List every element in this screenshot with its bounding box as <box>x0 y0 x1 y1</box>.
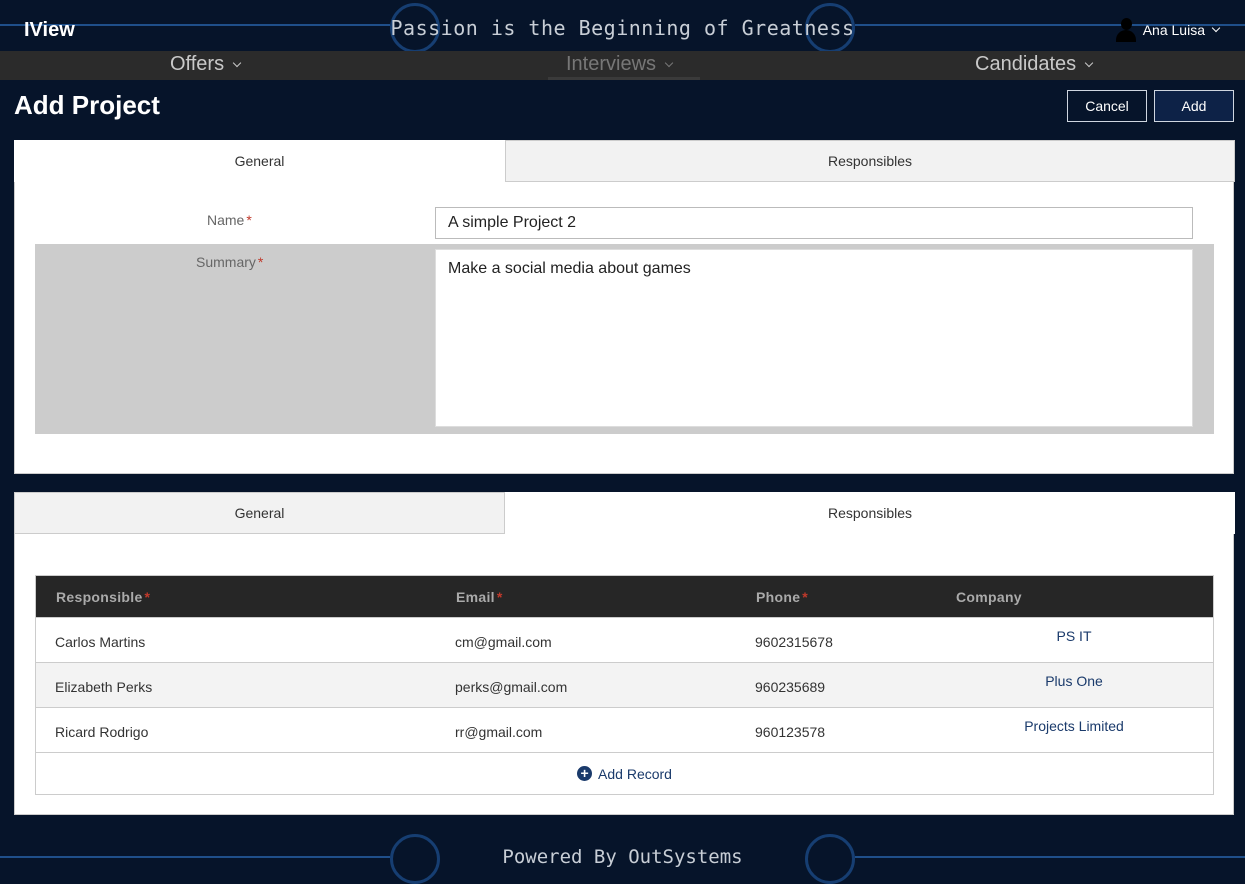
nav-item-label: Candidates <box>975 53 1077 75</box>
nav-item-interviews[interactable]: Interviews <box>566 53 674 76</box>
chevron-down-icon <box>1211 23 1221 33</box>
nav-item-label: Offers <box>170 53 225 75</box>
cell-phone: 960235689 <box>755 679 826 695</box>
name-label-text: Name <box>207 212 245 228</box>
required-marker: * <box>496 589 503 605</box>
add-record-button[interactable]: + Add Record <box>36 752 1213 794</box>
responsibles-panel: General Responsibles Responsible * Email *… <box>14 492 1235 815</box>
nav-item-candidates[interactable]: Candidates <box>975 53 1094 76</box>
name-input[interactable] <box>435 207 1193 239</box>
page-title: Add Project <box>14 90 160 120</box>
table-row[interactable]: Elizabeth Perks perks@gmail.com 96023568… <box>36 662 1213 707</box>
cell-phone: 960123578 <box>755 724 826 740</box>
chevron-down-icon <box>1084 58 1094 67</box>
column-header-label: Company <box>956 589 1022 605</box>
cancel-button[interactable]: Cancel <box>1067 90 1147 122</box>
tab-general[interactable]: General <box>14 492 505 534</box>
add-record-label: Add Record <box>598 765 672 782</box>
responsibles-table: Responsible * Email * Phone * Company Carlo… <box>35 575 1214 795</box>
column-header-label: Responsible <box>56 589 143 605</box>
user-name: Ana Luisa <box>1142 22 1205 38</box>
cell-responsible: Carlos Martins <box>55 634 146 650</box>
summary-label: Summary * <box>196 254 263 270</box>
column-header-email: Email * <box>456 589 503 605</box>
name-label: Name * <box>207 212 252 228</box>
tab-responsibles[interactable]: Responsibles <box>505 140 1235 182</box>
chevron-down-icon <box>664 58 674 67</box>
table-row[interactable]: Ricard Rodrigo rr@gmail.com 960123578 Pr… <box>36 707 1213 752</box>
nav-item-label: Interviews <box>566 53 657 75</box>
plus-circle-icon: + <box>577 766 593 781</box>
cell-company[interactable]: Plus One <box>964 673 1184 689</box>
cell-email: cm@gmail.com <box>455 634 552 650</box>
tab-general[interactable]: General <box>14 140 505 182</box>
column-header-label: Phone <box>756 589 801 605</box>
app-footer: Powered By OutSystems <box>0 830 1245 884</box>
user-menu[interactable]: Ana Luisa <box>1115 18 1221 42</box>
cell-email: rr@gmail.com <box>455 724 543 740</box>
required-marker: * <box>802 589 809 605</box>
summary-label-text: Summary <box>196 254 256 270</box>
column-header-responsible: Responsible * <box>56 589 150 605</box>
chevron-down-icon <box>232 58 242 67</box>
cell-phone: 9602315678 <box>755 634 833 650</box>
add-button[interactable]: Add <box>1154 90 1234 122</box>
summary-row: Summary * Make a social media about games <box>35 244 1214 434</box>
table-row[interactable]: Carlos Martins cm@gmail.com 9602315678 P… <box>36 617 1213 662</box>
column-header-phone: Phone * <box>756 589 808 605</box>
cell-responsible: Elizabeth Perks <box>55 679 153 695</box>
required-marker: * <box>246 212 252 228</box>
app-header: IView Passion is the Beginning of Greatn… <box>0 0 1245 51</box>
nav-active-indicator <box>548 77 700 80</box>
column-header-label: Email <box>456 589 495 605</box>
cell-company[interactable]: Projects Limited <box>964 718 1184 734</box>
main-nav: Offers Interviews Candidates <box>0 51 1245 80</box>
tab-responsibles[interactable]: Responsibles <box>505 492 1235 534</box>
required-marker: * <box>144 589 151 605</box>
table-header: Responsible * Email * Phone * Company <box>36 576 1213 617</box>
summary-textarea[interactable]: Make a social media about games <box>435 249 1193 427</box>
user-icon <box>1115 18 1137 42</box>
footer-text: Powered By OutSystems <box>502 846 743 868</box>
cell-email: perks@gmail.com <box>455 679 568 695</box>
column-header-company: Company <box>956 589 1022 605</box>
tagline: Passion is the Beginning of Greatness <box>390 16 855 40</box>
project-form-panel: General Responsibles Name* Summary* Make… <box>14 140 1235 474</box>
nav-item-offers[interactable]: Offers <box>170 53 242 76</box>
cell-company[interactable]: PS IT <box>964 628 1184 644</box>
cell-responsible: Ricard Rodrigo <box>55 724 149 740</box>
required-marker: * <box>257 254 264 270</box>
